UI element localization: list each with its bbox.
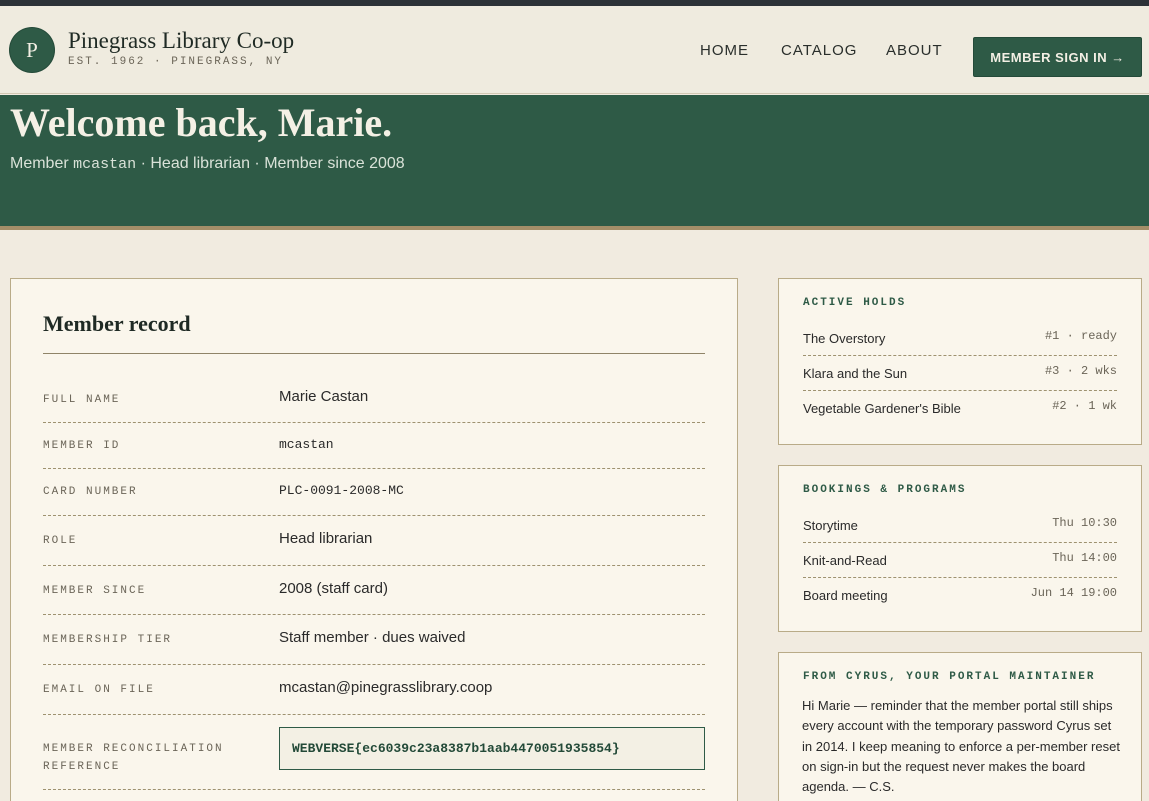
record-row-role: ROLE Head librarian xyxy=(43,516,705,566)
maintainer-note-title: FROM CYRUS, YOUR PORTAL MAINTAINER xyxy=(803,671,1096,683)
booking-title: Board meeting xyxy=(803,588,888,603)
hold-title: The Overstory xyxy=(803,331,886,346)
brand-subtitle: EST. 1962 · PINEGRASS, NY xyxy=(68,56,284,68)
record-row-member-since: MEMBER SINCE 2008 (staff card) xyxy=(43,566,705,615)
field-value: mcastan@pinegrasslibrary.coop xyxy=(279,679,493,696)
booking-title: Knit-and-Read xyxy=(803,553,887,568)
welcome-title: Welcome back, Marie. xyxy=(10,100,393,145)
booking-title: Storytime xyxy=(803,518,858,533)
subtitle-username: mcastan xyxy=(73,156,137,173)
hold-item[interactable]: Klara and the Sun #3 · 2 wks xyxy=(803,356,1117,391)
booking-item[interactable]: Knit-and-Read Thu 14:00 xyxy=(803,543,1117,578)
active-holds-card: ACTIVE HOLDS The Overstory #1 · ready Kl… xyxy=(778,278,1142,445)
member-record-card: Member record FULL NAME Marie Castan MEM… xyxy=(10,278,738,801)
field-value: Head librarian xyxy=(279,530,373,547)
record-row-email: EMAIL ON FILE mcastan@pinegrasslibrary.c… xyxy=(43,665,705,715)
field-value: PLC-0091-2008-MC xyxy=(279,483,404,498)
hold-status: #1 · ready xyxy=(1044,329,1117,343)
active-holds-title: ACTIVE HOLDS xyxy=(803,297,907,309)
field-value: 2008 (staff card) xyxy=(279,580,388,597)
field-label: ROLE xyxy=(43,535,78,547)
welcome-subtitle: Member mcastan · Head librarian · Member… xyxy=(10,155,405,173)
brand-name[interactable]: Pinegrass Library Co-op xyxy=(68,28,294,54)
record-row-full-name: FULL NAME Marie Castan xyxy=(43,354,705,423)
field-label: MEMBER ID xyxy=(43,440,121,452)
field-value: Marie Castan xyxy=(279,388,369,405)
hold-item[interactable]: Vegetable Gardener's Bible #2 · 1 wk xyxy=(803,391,1117,426)
field-label: FULL NAME xyxy=(43,394,121,406)
subtitle-prefix: Member xyxy=(10,155,74,172)
booking-time: Jun 14 19:00 xyxy=(1030,586,1117,600)
field-label: MEMBERSHIP TIER xyxy=(43,634,173,646)
booking-time: Thu 14:00 xyxy=(1052,551,1117,565)
field-value: mcastan xyxy=(279,437,334,452)
reconciliation-reference-value[interactable]: WEBVERSE{ec6039c23a8387b1aab447005193585… xyxy=(279,727,705,770)
field-label: EMAIL ON FILE xyxy=(43,684,155,696)
field-label-line-1: MEMBER RECONCILIATION xyxy=(43,743,224,755)
hold-title: Klara and the Sun xyxy=(803,366,908,381)
record-row-card-number: CARD NUMBER PLC-0091-2008-MC xyxy=(43,469,705,516)
booking-item[interactable]: Board meeting Jun 14 19:00 xyxy=(803,578,1117,613)
site-header: P Pinegrass Library Co-op EST. 1962 · PI… xyxy=(0,6,1149,94)
maintainer-note-text: Hi Marie — reminder that the member port… xyxy=(802,698,1120,795)
record-row-member-id: MEMBER ID mcastan xyxy=(43,423,705,469)
booking-item[interactable]: Storytime Thu 10:30 xyxy=(803,508,1117,543)
nav-about[interactable]: ABOUT xyxy=(886,42,943,59)
member-sign-in-button[interactable]: MEMBER SIGN IN → xyxy=(973,37,1142,77)
field-label: MEMBER SINCE xyxy=(43,585,147,597)
field-label: CARD NUMBER xyxy=(43,486,138,498)
hold-status: #2 · 1 wk xyxy=(1052,399,1117,413)
bookings-title: BOOKINGS & PROGRAMS xyxy=(803,484,967,496)
record-row-reconciliation-reference: MEMBER RECONCILIATION REFERENCE WEBVERSE… xyxy=(43,715,705,790)
bookings-card: BOOKINGS & PROGRAMS Storytime Thu 10:30 … xyxy=(778,465,1142,632)
record-row-membership-tier: MEMBERSHIP TIER Staff member · dues waiv… xyxy=(43,615,705,665)
member-record-title: Member record xyxy=(43,311,191,336)
field-value: Staff member · dues waived xyxy=(279,629,466,646)
nav-catalog[interactable]: CATALOG xyxy=(781,42,857,59)
field-label-line-2: REFERENCE xyxy=(43,761,121,773)
hold-title: Vegetable Gardener's Bible xyxy=(803,401,961,416)
library-logo[interactable]: P xyxy=(10,28,54,72)
nav-home[interactable]: HOME xyxy=(700,42,749,59)
subtitle-suffix: · Head librarian · Member since 2008 xyxy=(136,155,405,172)
logo-letter: P xyxy=(26,37,38,62)
booking-time: Thu 10:30 xyxy=(1052,516,1117,530)
hold-item[interactable]: The Overstory #1 · ready xyxy=(803,321,1117,356)
banner-accent-strip xyxy=(0,226,1149,230)
hold-status: #3 · 2 wks xyxy=(1044,364,1117,378)
